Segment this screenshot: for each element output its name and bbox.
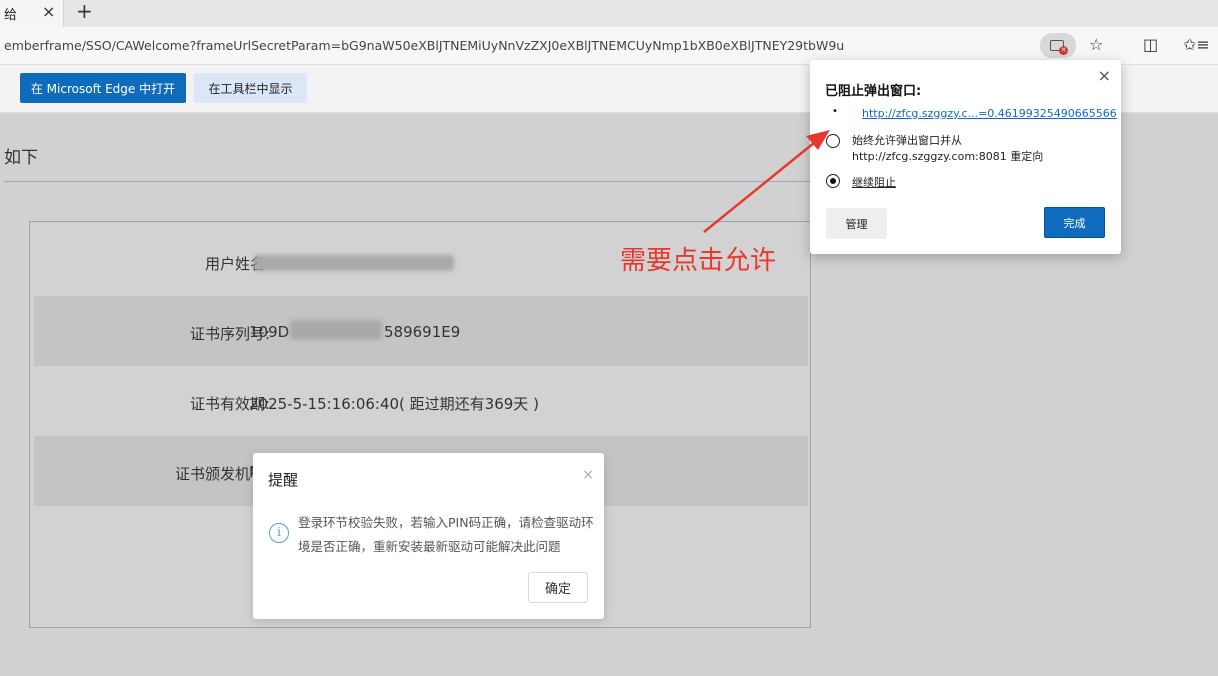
row-value-prefix: 109D	[249, 323, 290, 341]
close-icon[interactable]: ×	[1098, 66, 1111, 85]
flyout-title: 已阻止弹出窗口:	[825, 84, 922, 99]
radio-allow-label[interactable]: 始终允许弹出窗口并从 http://zfcg.szggzy.com:8081 重…	[852, 133, 1102, 165]
favorite-star-icon[interactable]: ☆	[1089, 35, 1103, 54]
show-in-toolbar-button[interactable]: 在工具栏中显示	[194, 73, 307, 103]
tab-close-icon[interactable]: ×	[42, 2, 55, 21]
done-button[interactable]: 完成	[1044, 207, 1105, 238]
bullet: •	[832, 106, 838, 117]
redacted-value	[290, 320, 382, 340]
blocked-badge-icon: ✕	[1059, 46, 1068, 55]
favorites-icon[interactable]: ✩≡	[1183, 35, 1210, 54]
tab-title: 给	[4, 8, 18, 23]
new-tab-icon[interactable]: +	[76, 0, 93, 23]
annotation-text: 需要点击允许	[620, 246, 777, 276]
info-icon: i	[269, 523, 289, 543]
close-icon[interactable]: ×	[582, 467, 594, 483]
tab-strip: 给 × +	[0, 0, 1218, 27]
url-input[interactable]: emberframe/SSO/CAWelcome?frameUrlSecretP…	[4, 38, 844, 53]
row-value: 2025-5-15:16:06:40( 距过期还有369天 )	[249, 395, 539, 413]
dialog-message: 登录环节校验失败，若输入PIN码正确，请检查驱动环境是否正确，重新安装最新驱动可…	[298, 515, 594, 554]
radio-keep-blocking-label[interactable]: 继续阻止	[852, 174, 896, 190]
split-screen-icon[interactable]: ◫	[1143, 35, 1158, 54]
popup-blocked-icon[interactable]: ✕	[1040, 33, 1076, 58]
redacted-value	[254, 255, 454, 271]
browser-tab[interactable]: 给 ×	[0, 0, 64, 27]
annotation-arrow-icon	[703, 130, 830, 233]
blocked-popup-link[interactable]: http://zfcg.szggzy.c...=0.46199325490665…	[862, 107, 1117, 120]
open-in-edge-button[interactable]: 在 Microsoft Edge 中打开	[20, 73, 186, 103]
row-value-suffix: 589691E9	[384, 323, 461, 341]
page-title: 如下	[4, 148, 38, 168]
table-row: 证书序列号: 109D 589691E9	[34, 296, 808, 366]
dialog-title: 提醒	[268, 471, 299, 489]
confirm-button[interactable]: 确定	[528, 572, 588, 603]
table-row: 证书有效期: 2025-5-15:16:06:40( 距过期还有369天 )	[34, 366, 808, 436]
popup-blocked-flyout: 已阻止弹出窗口: × • http://zfcg.szggzy.c...=0.4…	[810, 60, 1121, 254]
alert-dialog: 提醒 × i 登录环节校验失败，若输入PIN码正确，请检查驱动环境是否正确，重新…	[253, 453, 604, 619]
